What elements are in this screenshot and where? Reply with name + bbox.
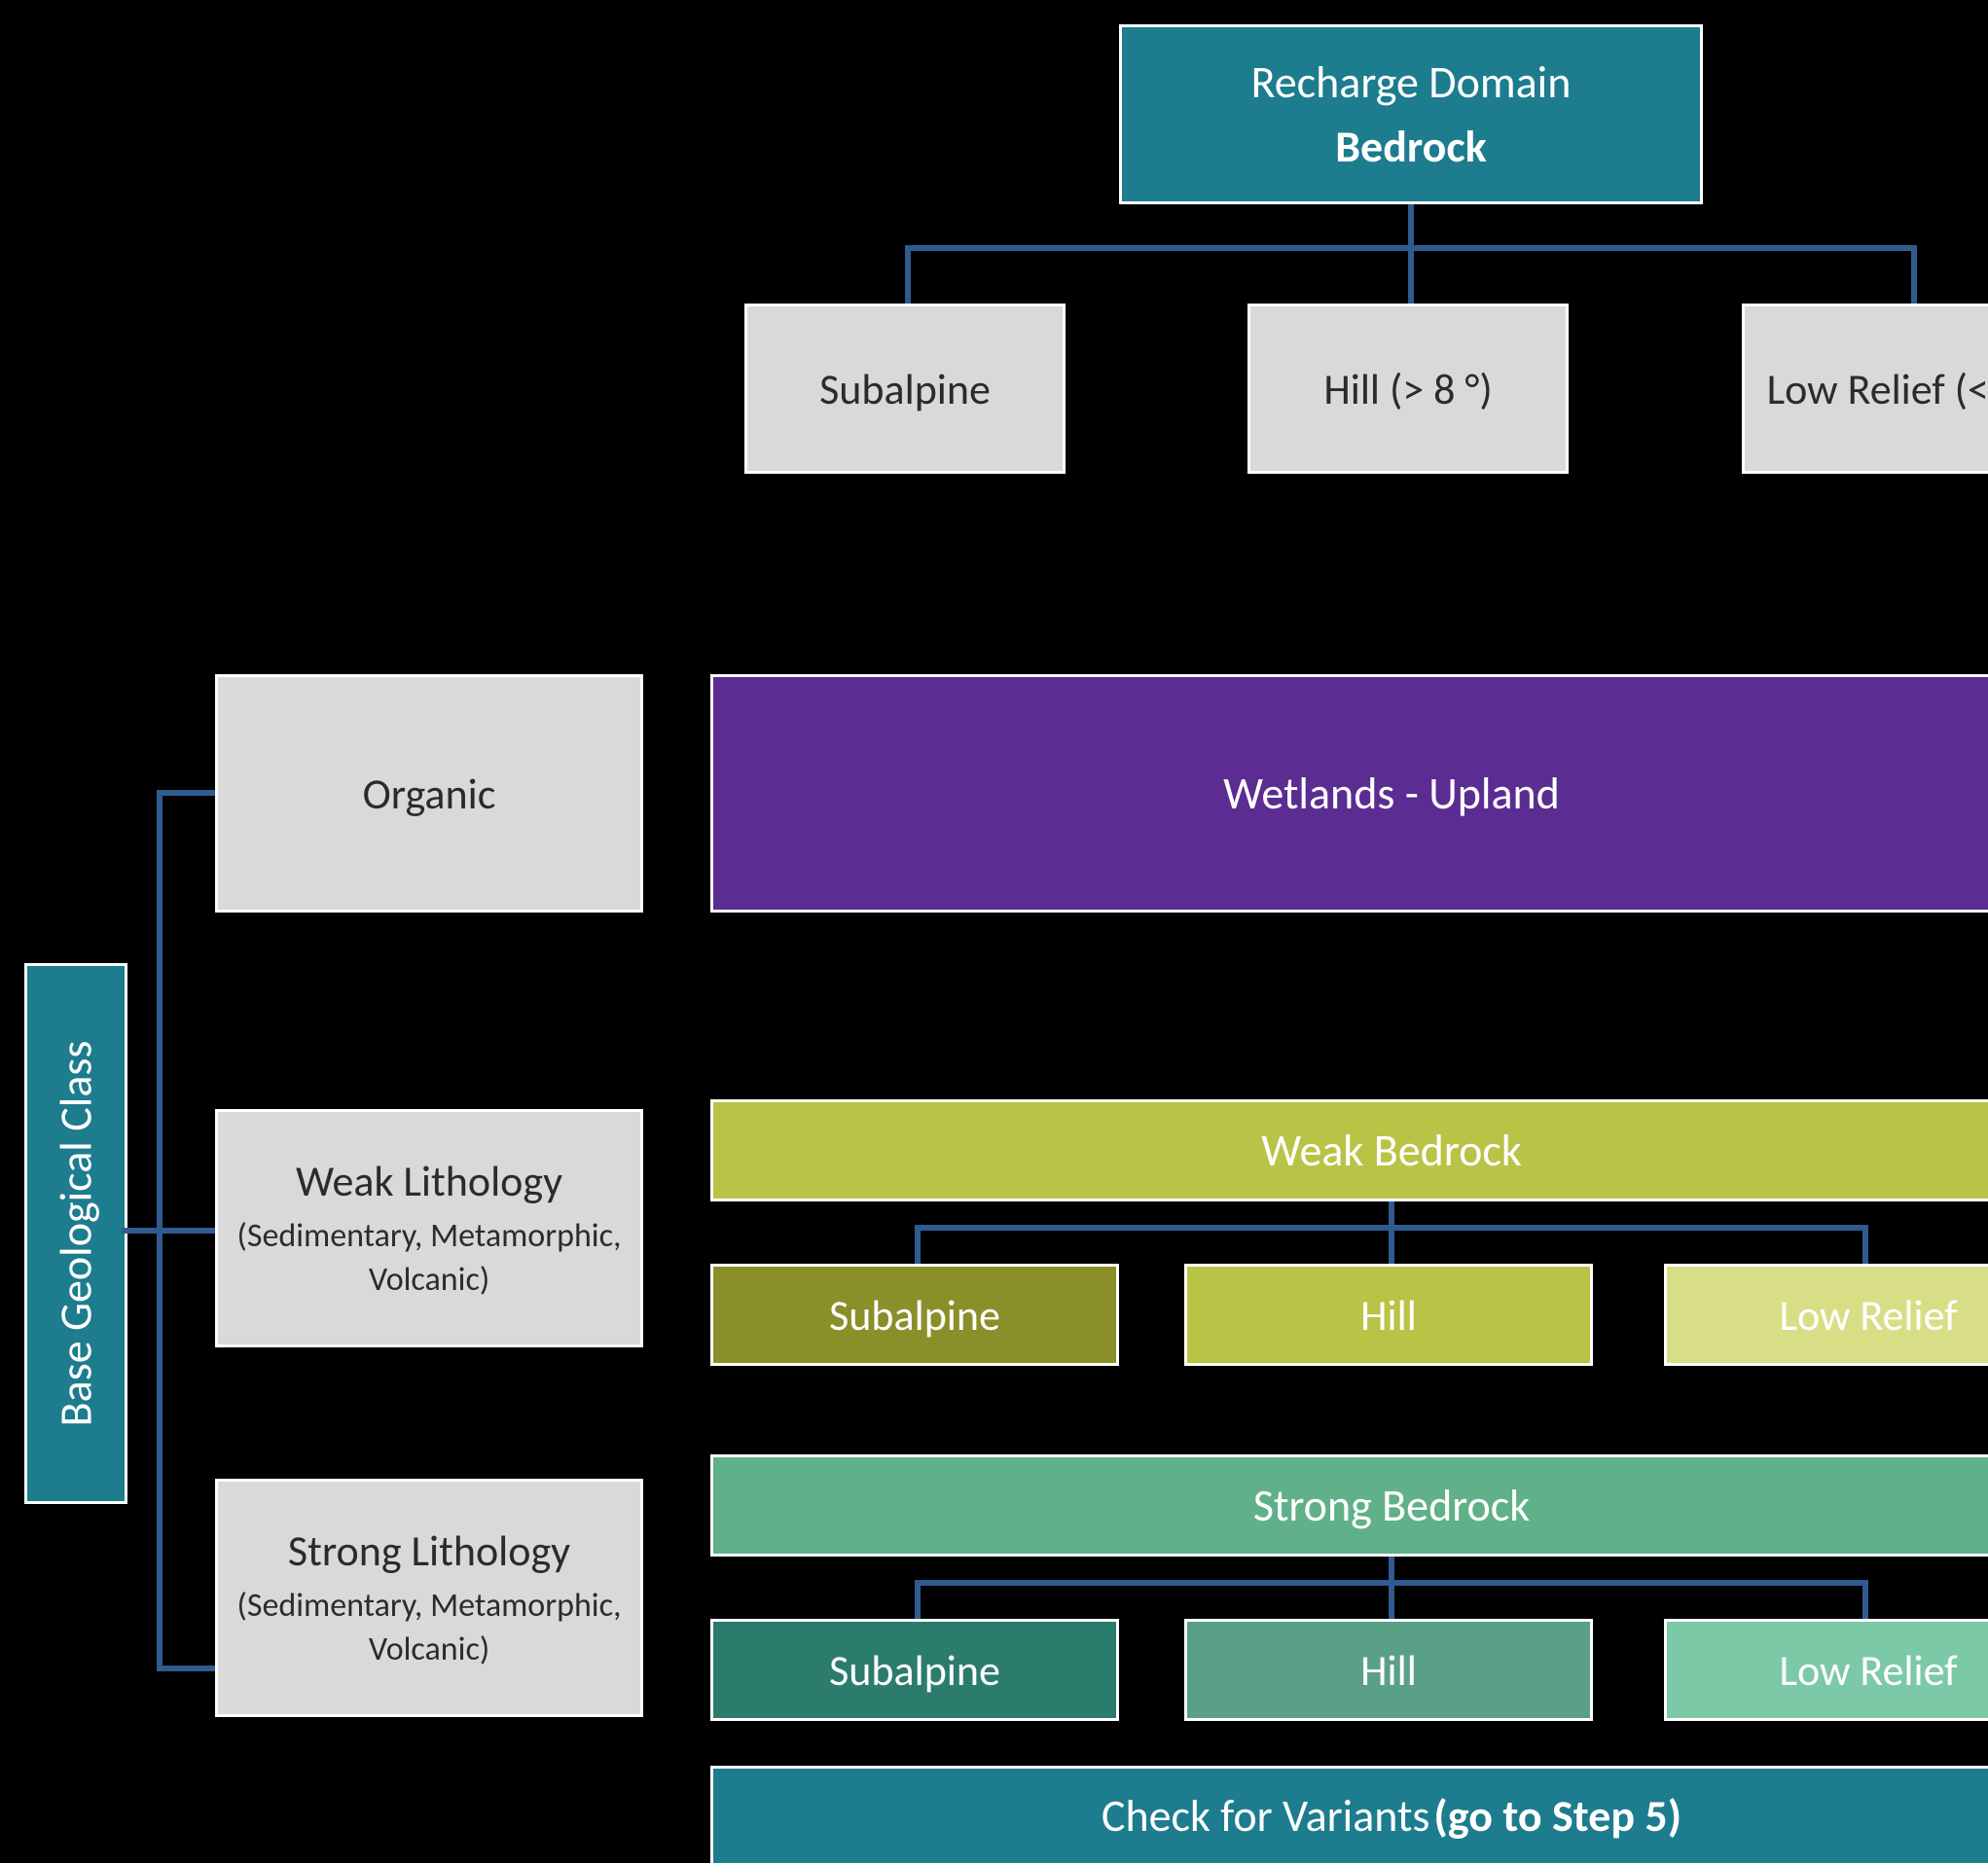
sublabel: (Sedimentary, Metamorphic, Volcanic) [218,1215,640,1301]
label: Hill (> 8 °) [1323,363,1492,415]
footer-main-text: Check for Variants [1102,1789,1429,1844]
connector [915,1225,921,1264]
label: Hill [1360,1289,1417,1342]
sidebar-tab: Base Geological Class [24,963,127,1504]
connector [1389,1225,1394,1264]
header-subtitle: Recharge Domain [1251,55,1572,110]
strong-bedrock-lowrelief: Low Relief [1664,1619,1988,1721]
label: Strong Bedrock [1253,1479,1530,1533]
row-left-strong-lithology: Strong Lithology (Sedimentary, Metamorph… [215,1479,643,1717]
weak-bedrock-lowrelief: Low Relief [1664,1264,1988,1366]
label: Subalpine [829,1644,1000,1697]
label: Weak Bedrock [1261,1124,1521,1178]
row-right-strong-bedrock-header: Strong Bedrock [710,1454,1988,1557]
sublabel: (Sedimentary, Metamorphic, Volcanic) [218,1585,640,1670]
connector [1408,245,1414,304]
label: Low Relief [1779,1644,1957,1697]
label: Organic [363,768,496,820]
strong-bedrock-subalpine: Subalpine [710,1619,1119,1721]
weak-bedrock-hill: Hill [1184,1264,1593,1366]
connector [1862,1580,1868,1619]
connector [905,245,911,304]
label: Subalpine [819,363,991,415]
header-child-hill: Hill (> 8 °) [1247,304,1569,474]
row-right-weak-bedrock-header: Weak Bedrock [710,1099,1988,1201]
row-right-wetlands: Wetlands - Upland [710,674,1988,913]
header-child-subalpine: Subalpine [744,304,1066,474]
connector [157,1228,215,1234]
connector [157,790,215,796]
connector [915,1580,921,1619]
label: Hill [1360,1644,1417,1697]
diagram-stage: Recharge Domain Bedrock Subalpine Hill (… [0,0,1988,1780]
connector [1862,1225,1868,1264]
connector [1408,204,1414,251]
connector [157,1666,215,1671]
label: Wetlands - Upland [1223,767,1560,821]
row-left-weak-lithology: Weak Lithology (Sedimentary, Metamorphic… [215,1109,643,1347]
label: Strong Lithology [288,1524,570,1577]
label: Weak Lithology [296,1155,562,1207]
label: Low Relief [1779,1289,1957,1342]
header-child-lowrelief: Low Relief (< 8 °) [1742,304,1988,474]
connector [1911,245,1917,304]
header-title: Bedrock [1335,120,1486,174]
footer-paren-text: (go to Step 5) [1433,1789,1681,1844]
footer-check-variants: Check for Variants (go to Step 5) [710,1766,1988,1863]
label: Subalpine [829,1289,1000,1342]
header-box: Recharge Domain Bedrock [1119,24,1703,204]
row-left-organic: Organic [215,674,643,913]
label: Low Relief (< 8 °) [1767,363,1988,415]
weak-bedrock-subalpine: Subalpine [710,1264,1119,1366]
connector [1389,1580,1394,1619]
strong-bedrock-hill: Hill [1184,1619,1593,1721]
sidebar-title: Base Geological Class [49,1041,103,1427]
